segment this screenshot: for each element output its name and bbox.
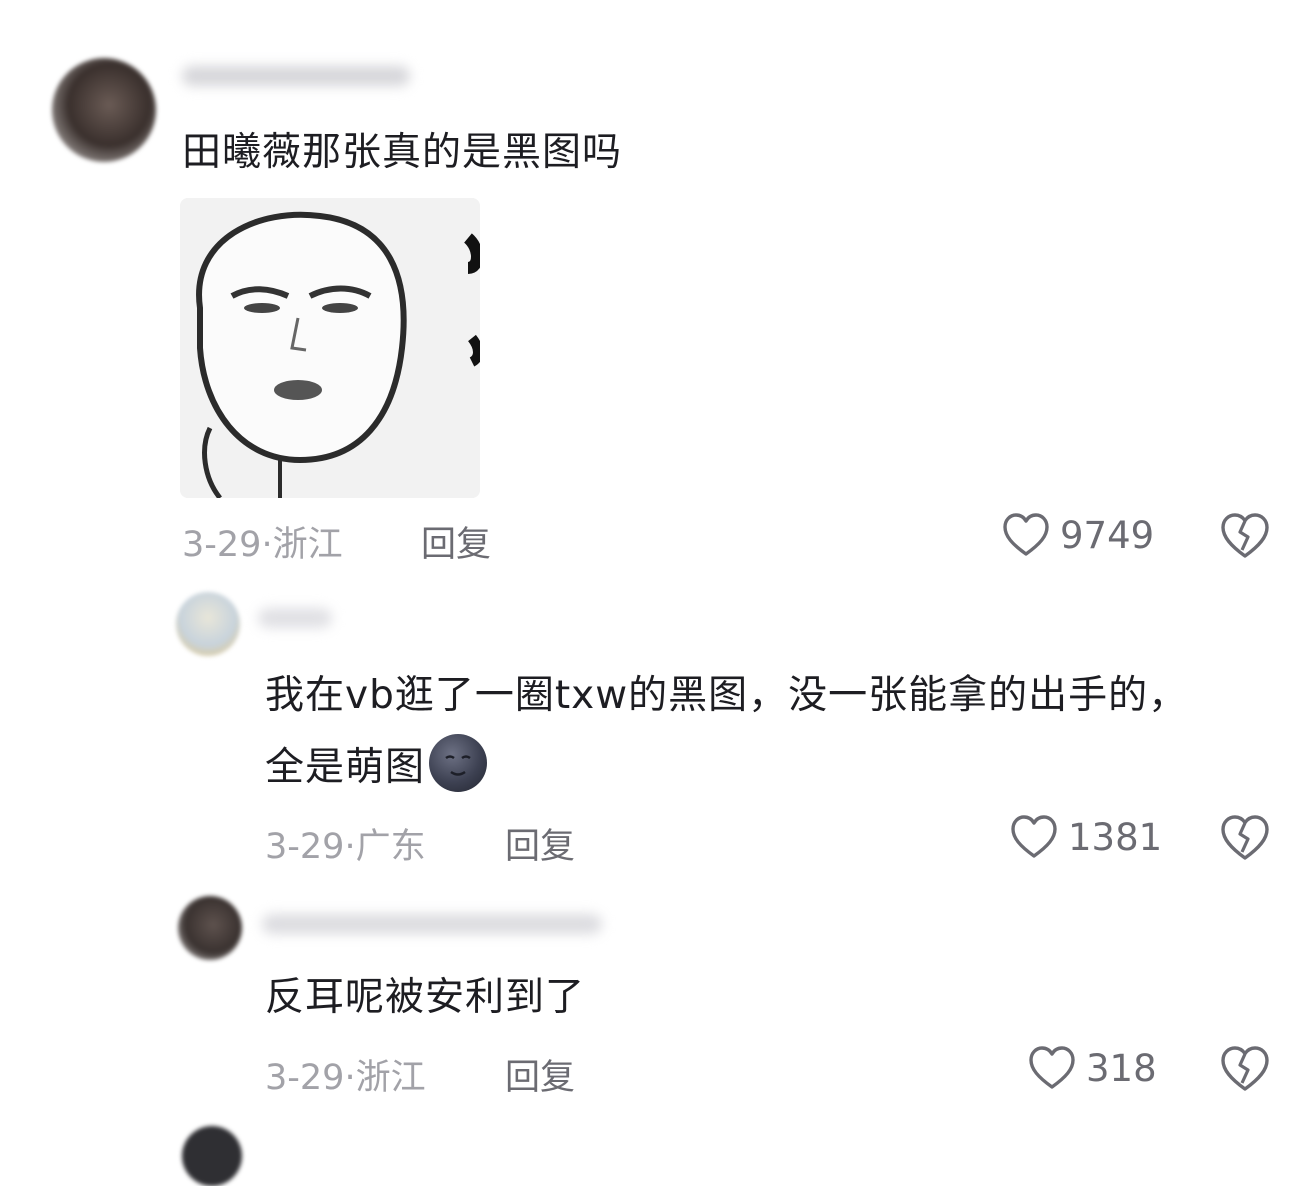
comment-meta: 3-29·广东 bbox=[265, 818, 426, 869]
broken-heart-icon[interactable] bbox=[1220, 1045, 1270, 1093]
like-button[interactable]: 318 bbox=[1028, 1045, 1157, 1091]
comment-text-line-2: 全是萌图 bbox=[265, 732, 488, 804]
comment-location: 广东 bbox=[355, 827, 426, 867]
comment-meta: 3-29·浙江 bbox=[265, 1049, 426, 1100]
comment-date: 3-29 bbox=[182, 525, 262, 565]
like-button[interactable]: 1381 bbox=[1010, 814, 1162, 860]
like-count: 1381 bbox=[1068, 815, 1163, 859]
comment-location: 浙江 bbox=[355, 1058, 426, 1098]
sticker-image[interactable] bbox=[180, 198, 480, 498]
comment-text: 田曦薇那张真的是黑图吗 bbox=[182, 130, 623, 175]
comment-text-line-2-text: 全是萌图 bbox=[265, 745, 426, 790]
broken-heart-icon[interactable] bbox=[1220, 512, 1270, 560]
broken-heart-icon[interactable] bbox=[1220, 814, 1270, 862]
like-button[interactable]: 9749 bbox=[1002, 512, 1154, 558]
avatar[interactable] bbox=[178, 896, 242, 960]
username-blurred[interactable] bbox=[262, 914, 602, 934]
like-count: 318 bbox=[1086, 1046, 1157, 1090]
comment-location: 浙江 bbox=[272, 525, 343, 565]
username-blurred[interactable] bbox=[258, 608, 332, 628]
meta-separator: · bbox=[261, 525, 273, 565]
heart-outline-icon bbox=[1002, 512, 1050, 558]
meta-separator: · bbox=[344, 1058, 356, 1098]
comment-meta: 3-29·浙江 bbox=[182, 516, 343, 567]
comment-date: 3-29 bbox=[265, 827, 345, 867]
reply-button[interactable]: 回复 bbox=[421, 516, 491, 567]
avatar-next-comment[interactable] bbox=[182, 1126, 242, 1186]
like-count: 9749 bbox=[1060, 513, 1155, 557]
comment-date: 3-29 bbox=[265, 1058, 345, 1098]
avatar[interactable] bbox=[52, 58, 156, 162]
meta-separator: · bbox=[344, 827, 356, 867]
avatar[interactable] bbox=[176, 592, 240, 656]
heart-outline-icon bbox=[1010, 814, 1058, 860]
reply-button[interactable]: 回复 bbox=[505, 818, 575, 869]
heart-outline-icon bbox=[1028, 1045, 1076, 1091]
comment-text-line-1: 我在vb逛了一圈txw的黑图，没一张能拿的出手的， bbox=[265, 673, 1189, 718]
reply-button[interactable]: 回复 bbox=[505, 1049, 575, 1100]
new-moon-face-emoji bbox=[429, 734, 488, 792]
comment-text: 反耳呢被安利到了 bbox=[265, 975, 586, 1020]
username-blurred[interactable] bbox=[182, 66, 410, 86]
